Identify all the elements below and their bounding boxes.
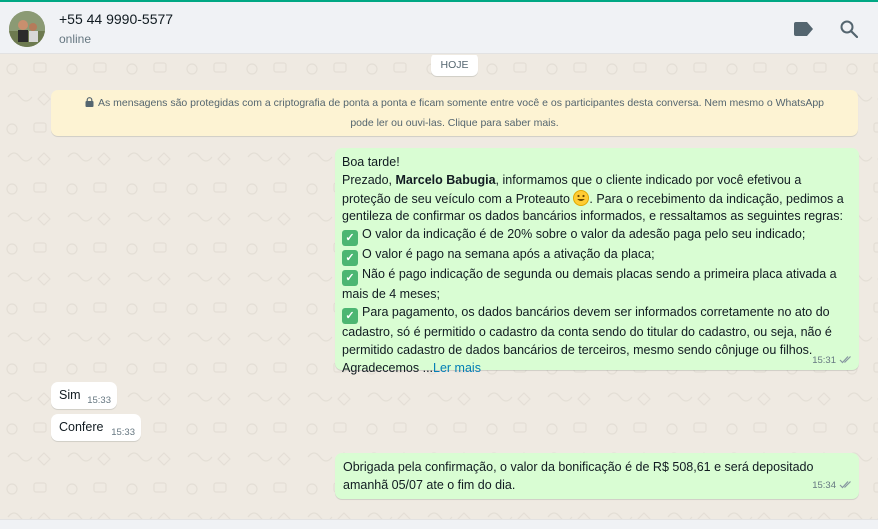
message-line: permitido cadastro de dados bancários de…: [342, 342, 813, 357]
message-line: Prezado, Marcelo Babugia, informamos que…: [342, 172, 802, 187]
message-line: ✓ Não é pago indicação de segunda ou dema…: [342, 266, 851, 287]
message-line: gentileza de confirmar os dados bancário…: [342, 209, 843, 224]
encryption-notice[interactable]: As mensagens são protegidas com a cripto…: [51, 90, 858, 136]
message-meta: 15:34: [812, 477, 853, 495]
message-line: Agradecemos ...Ler mais: [342, 360, 481, 375]
message-line: proteção de seu veículo com a Proteauto …: [342, 189, 844, 206]
message-time: 15:33: [87, 395, 111, 406]
double-check-icon: [839, 356, 851, 364]
check-mark-emoji-icon: ✓: [342, 250, 358, 267]
outgoing-message[interactable]: Boa tarde! Prezado, Marcelo Babugia, inf…: [335, 148, 859, 375]
message-text: Confere: [59, 420, 104, 434]
message-line: mais de 4 meses;: [342, 287, 440, 302]
message-line: ✓ O valor da indicação é de 20% sobre o v…: [342, 226, 851, 247]
smiley-emoji-icon: [573, 189, 590, 206]
message-time: 15:33: [111, 427, 135, 438]
check-mark-emoji-icon: ✓: [342, 270, 358, 287]
message-line: amanhã 05/07 ate o fim do dia.: [343, 477, 516, 492]
avatar[interactable]: [9, 11, 45, 47]
encryption-notice-line-1: As mensagens são protegidas com a cripto…: [61, 93, 848, 113]
read-more-link[interactable]: Ler mais: [433, 361, 481, 375]
message-time: 15:31: [812, 355, 836, 366]
outgoing-message[interactable]: Obrigada pela confirmação, o valor da bo…: [335, 453, 859, 499]
incoming-message[interactable]: Sim 15:33: [51, 382, 117, 409]
message-time: 15:34: [812, 480, 836, 492]
message-line: Obrigada pela confirmação, o valor da bo…: [343, 460, 814, 474]
contact-status: online: [59, 32, 92, 46]
check-mark-emoji-icon: ✓: [342, 230, 358, 247]
contact-name[interactable]: +55 44 9990-5577: [59, 11, 173, 27]
label-icon[interactable]: [792, 17, 816, 41]
message-line: ✓ O valor é pago na semana após a ativaçã…: [342, 246, 851, 267]
date-divider: HOJE: [431, 55, 478, 76]
customer-name: Marcelo Babugia: [395, 172, 496, 187]
lock-icon: [85, 97, 94, 107]
message-composer[interactable]: [0, 519, 878, 529]
incoming-message[interactable]: Confere 15:33: [51, 414, 141, 441]
message-line: ✓ Para pagamento, os dados bancários deve…: [342, 304, 851, 324]
message-line: cadastro, só é permitido o cadastro da c…: [342, 324, 832, 339]
double-check-icon: [839, 481, 851, 489]
message-meta: 15:31: [812, 355, 853, 366]
encryption-notice-line-2: pode ler ou ouvi-las. Clique para saber …: [350, 117, 559, 129]
message-text: Sim: [59, 388, 81, 402]
chat-area[interactable]: HOJE As mensagens são protegidas com a c…: [0, 55, 878, 519]
check-mark-emoji-icon: ✓: [342, 307, 358, 324]
chat-header[interactable]: +55 44 9990-5577 online: [0, 2, 878, 54]
message-line: Boa tarde!: [342, 155, 400, 169]
search-icon[interactable]: [837, 17, 861, 41]
